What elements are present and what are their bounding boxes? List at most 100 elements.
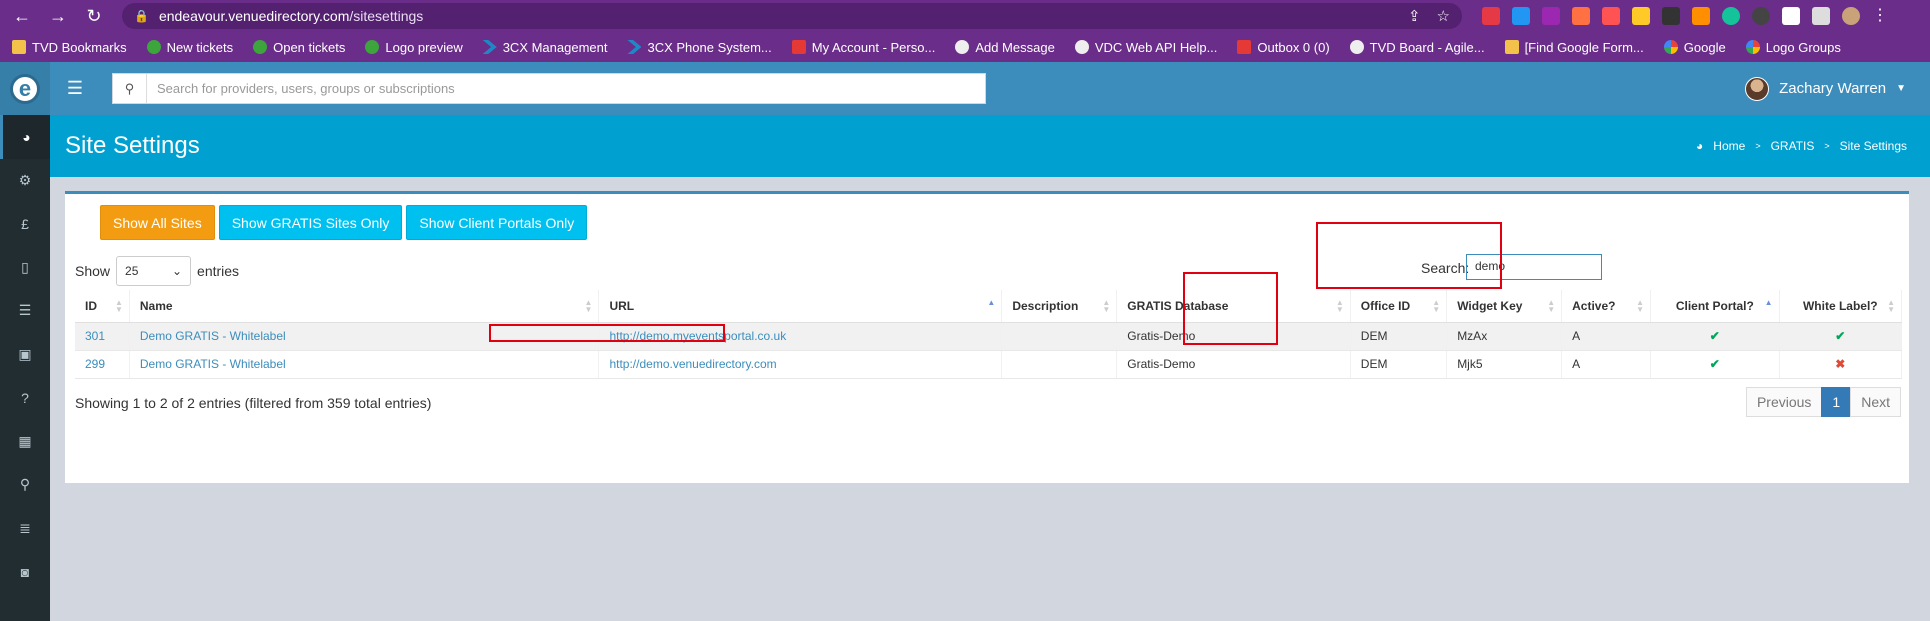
extension-icon[interactable] [1632,7,1650,25]
cell-id[interactable]: 301 [75,322,130,351]
bookmark[interactable]: Google [1663,40,1726,55]
pagination: Previous 1 Next [1745,387,1901,417]
calendar-icon[interactable]: ▦ [0,420,50,464]
bookmark[interactable]: Add Message [955,40,1055,55]
bookmark[interactable]: TVD Board - Agile... [1349,39,1485,55]
extension-icon[interactable] [1542,7,1560,25]
abp-icon[interactable] [1482,7,1500,25]
bookmark-label: Add Message [975,39,1055,55]
hamburger-icon[interactable]: ☰ [50,78,100,99]
bookmark[interactable]: My Account - Perso... [791,40,935,55]
back-icon[interactable]: ← [8,2,36,30]
google-icon [1663,40,1678,54]
breadcrumb-gratis[interactable]: GRATIS [1771,139,1815,153]
extension-icon[interactable] [1572,7,1590,25]
database-icon[interactable]: ≣ [0,507,50,551]
global-search-input[interactable] [147,81,967,96]
next-button[interactable]: Next [1850,387,1901,417]
star-icon[interactable]: ☆ [1437,7,1450,25]
cell-id[interactable]: 299 [75,350,130,379]
col-client-portal[interactable]: Client Portal? ▲ [1650,290,1780,323]
bookmark[interactable]: 3CX Phone System... [627,39,772,55]
sidepanel-icon[interactable] [1812,7,1830,25]
extension-icon[interactable] [1692,7,1710,25]
bookmark[interactable]: TVD Bookmarks [12,40,127,55]
file-icon[interactable]: ▯ [0,246,50,290]
extension-icon[interactable] [1662,7,1680,25]
chevron-icon [627,40,642,54]
col-name[interactable]: Name ▲ ▼ [129,290,600,323]
red-square-icon [1237,40,1252,54]
show-all-sites-button[interactable]: Show All Sites [100,205,215,240]
reload-icon[interactable]: ↻ [80,2,108,30]
google-icon [1745,40,1760,54]
search-icon[interactable]: ⚲ [113,74,147,103]
col-widget-key[interactable]: Widget Key ▲ ▼ [1446,290,1563,323]
col-id[interactable]: ID ▲ ▼ [75,290,130,323]
bookmark[interactable]: VDC Web API Help... [1074,40,1217,55]
address-bar[interactable]: 🔒 endeavour.venuedirectory.com /sitesett… [122,3,1462,29]
video-icon[interactable] [1602,7,1620,25]
bookmark[interactable]: 3CX Management [482,39,608,55]
table-row[interactable]: 299 Demo GRATIS - Whitelabel http://demo… [75,350,1903,379]
flame-icon [791,40,806,54]
menu-dots-icon[interactable]: ⋮ [1872,7,1890,25]
previous-button[interactable]: Previous [1745,387,1823,417]
table-row[interactable]: 301 Demo GRATIS - Whitelabel http://demo… [75,322,1903,351]
sort-icon: ▲ ▼ [1335,298,1344,314]
image-icon[interactable]: ▣ [0,333,50,377]
col-description[interactable]: Description ▲ ▼ [1001,290,1118,323]
breadcrumb-home[interactable]: Home [1713,139,1745,153]
cell-url[interactable]: http://demo.venuedirectory.com [598,350,1003,379]
cell-name[interactable]: Demo GRATIS - Whitelabel [129,350,600,379]
cell-active: A [1561,322,1652,351]
show-gratis-sites-button[interactable]: Show GRATIS Sites Only [218,205,403,240]
chevron-right-icon: > [1824,141,1830,151]
bookmark-label: TVD Board - Agile... [1369,39,1485,55]
cell-widget-key: MzAx [1446,322,1563,351]
bookmark-label: [Find Google Form... [1524,39,1644,55]
extension-icon[interactable] [1752,7,1770,25]
col-white-label[interactable]: White Label? ▲ ▼ [1779,290,1903,323]
cogs-icon[interactable]: ⚙ [0,159,50,203]
sort-icon: ▲ ▼ [1887,298,1895,314]
forward-icon[interactable]: → [44,2,72,30]
grammarly-icon[interactable] [1722,7,1740,25]
col-url[interactable]: URL ▲ [598,290,1003,323]
bookmark[interactable]: Outbox 0 (0) [1237,40,1330,55]
phone-icon[interactable] [1512,7,1530,25]
share-icon[interactable]: ⇪ [1408,7,1421,25]
bookmark[interactable]: [Find Google Form... [1504,39,1644,55]
bookmark[interactable]: Logo preview [365,40,463,55]
list-icon[interactable]: ☰ [0,289,50,333]
question-icon[interactable]: ? [0,376,50,420]
user-name: Zachary Warren [1779,80,1887,97]
col-office-id[interactable]: Office ID ▲ ▼ [1350,290,1448,323]
profile-icon[interactable] [1842,7,1860,25]
logo-mark: e [10,73,40,104]
money-icon[interactable]: ◙ [0,550,50,594]
url-path: /sitesettings [349,8,424,24]
globe-icon [1074,40,1089,54]
col-active[interactable]: Active? ▲ ▼ [1561,290,1652,323]
user-menu[interactable]: Zachary Warren ▼ [1745,76,1906,101]
bookmark-label: 3CX Phone System... [647,39,772,55]
map-marker-icon[interactable]: ⚲ [0,463,50,507]
logo[interactable]: e [0,62,50,115]
puzzle-icon[interactable] [1782,7,1800,25]
dashboard-icon[interactable]: ◕ [0,115,50,159]
page-title: Site Settings [65,132,200,159]
cell-gratis-database: Gratis-Demo [1116,350,1351,379]
bookmark[interactable]: Open tickets [253,40,345,55]
sort-icon: ▲ ▼ [114,298,123,314]
pound-icon[interactable]: £ [0,202,50,246]
page-1-button[interactable]: 1 [1821,387,1852,417]
bookmark[interactable]: New tickets [146,40,233,55]
bookmark-label: 3CX Management [502,39,608,55]
bookmark[interactable]: Logo Groups [1745,40,1841,55]
url-host: endeavour.venuedirectory.com [158,8,350,24]
green-circle-icon [365,40,380,54]
entries-select[interactable]: 25 ⌄ [116,256,192,286]
show-client-portals-button[interactable]: Show Client Portals Only [406,205,588,240]
caret-down-icon: ▼ [1896,83,1906,94]
